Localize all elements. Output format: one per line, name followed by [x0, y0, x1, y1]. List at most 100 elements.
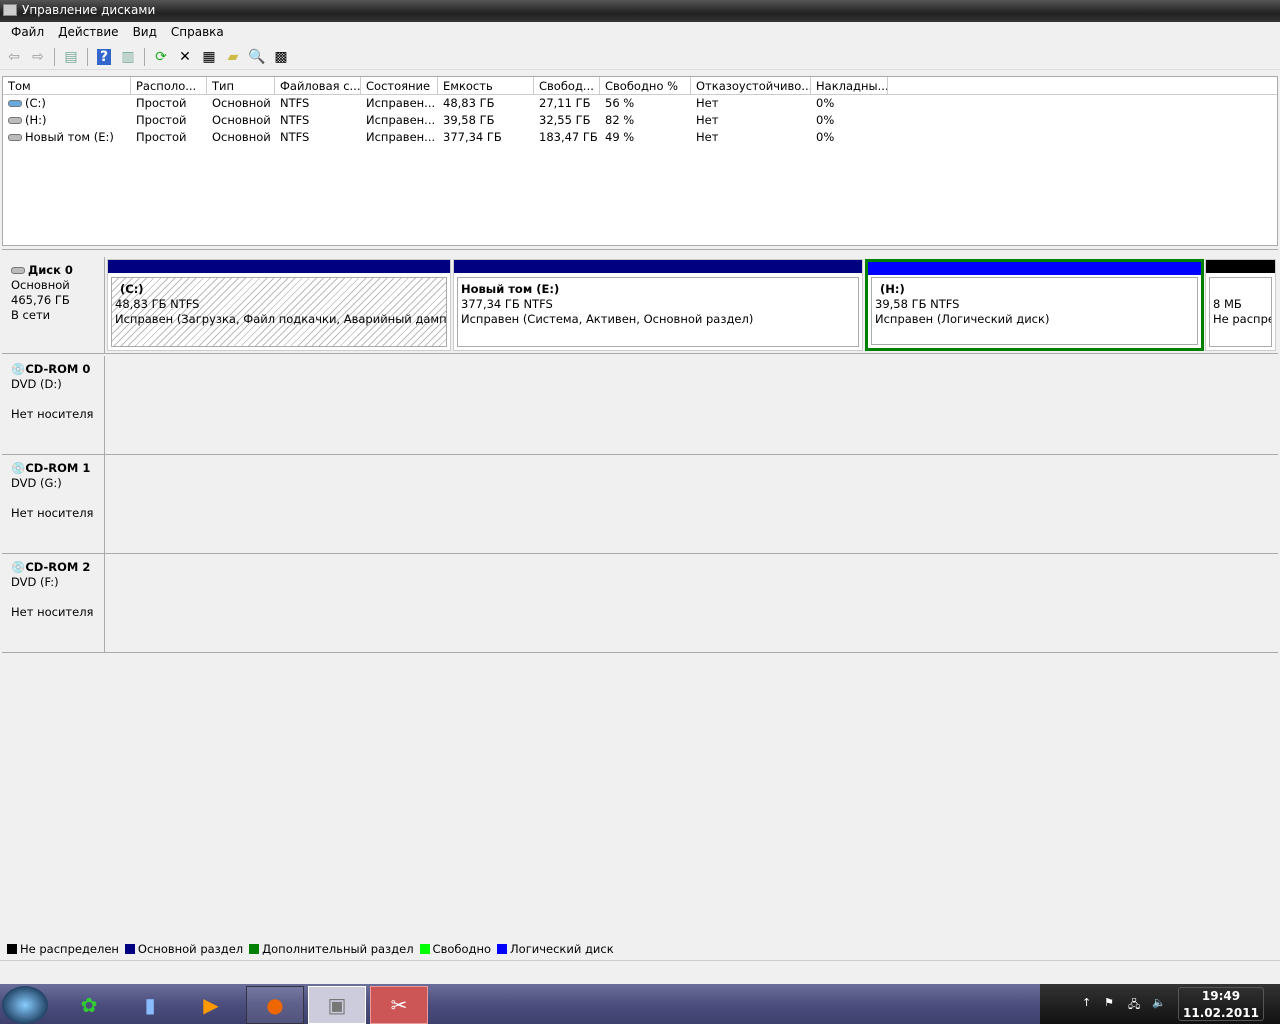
- col-status[interactable]: Состояние: [361, 77, 438, 94]
- table-cell: Основной: [212, 96, 271, 110]
- col-free[interactable]: Свобод...: [534, 77, 600, 94]
- status-bar: [0, 960, 1280, 984]
- partition-unallocated[interactable]: 8 МБ Не распре: [1205, 259, 1276, 351]
- menu-help[interactable]: Справка: [164, 25, 231, 44]
- explorer-icon[interactable]: ▮: [121, 986, 179, 1024]
- cdrom-1-label[interactable]: 💿CD-ROM 1 DVD (G:) Нет носителя: [2, 455, 105, 554]
- action-pane-icon[interactable]: ▥: [118, 47, 138, 67]
- col-free-percent[interactable]: Свободно %: [600, 77, 691, 94]
- table-row[interactable]: (C:) Простой Основной NTFS Исправен... 48,83 …: [3, 95, 1277, 112]
- cdrom-icon: 💿: [11, 560, 26, 574]
- back-icon[interactable]: ⇦: [4, 47, 24, 67]
- volume-icon: [8, 117, 22, 124]
- cdrom-icon: 💿: [11, 461, 26, 475]
- disk-management-task-icon[interactable]: ▣: [308, 986, 366, 1024]
- table-cell: 377,34 ГБ: [443, 130, 502, 144]
- firefox-icon[interactable]: ●: [246, 986, 304, 1024]
- table-cell: Основной: [212, 113, 271, 127]
- legend-logical: Логический диск: [497, 942, 614, 956]
- table-cell: Простой: [136, 113, 187, 127]
- table-cell: Простой: [136, 130, 187, 144]
- cdrom-2-area: [105, 554, 1278, 653]
- table-cell: Нет: [696, 130, 719, 144]
- legend-primary: Основной раздел: [124, 942, 243, 956]
- partition-c[interactable]: (C:) 48,83 ГБ NTFS Исправен (Загрузка, Фай…: [107, 259, 451, 351]
- menu-bar: Файл Действие Вид Справка: [0, 22, 1280, 44]
- col-type[interactable]: Тип: [207, 77, 275, 94]
- volume-icon: [8, 100, 22, 107]
- disk-graph-view: Диск 0 Основной 465,76 ГБ В сети (C:) 48,…: [2, 249, 1278, 939]
- table-cell: 39,58 ГБ: [443, 113, 495, 127]
- table-cell: 32,55 ГБ: [539, 113, 591, 127]
- media-player-icon[interactable]: ▶: [182, 986, 240, 1024]
- col-overhead[interactable]: Накладны...: [811, 77, 888, 94]
- network-icon[interactable]: 🖧: [1128, 996, 1140, 1015]
- open-icon[interactable]: ▰: [223, 47, 243, 67]
- disk-management-icon: [3, 4, 17, 16]
- delete-icon[interactable]: ✕: [175, 47, 195, 67]
- table-cell: (H:): [3, 112, 131, 129]
- help-icon[interactable]: ?: [94, 47, 114, 67]
- col-volume[interactable]: Том: [3, 77, 131, 94]
- table-cell: Исправен...: [366, 113, 436, 127]
- table-cell: 48,83 ГБ: [443, 96, 495, 110]
- volume-list: Том Располо... Тип Файловая с... Состоян…: [2, 76, 1278, 246]
- table-cell: 49 %: [605, 130, 635, 144]
- table-cell: NTFS: [280, 96, 310, 110]
- disk-icon: [11, 267, 25, 274]
- search-icon[interactable]: 🔍: [247, 47, 267, 67]
- menu-file[interactable]: Файл: [4, 25, 51, 44]
- cdrom-2-label[interactable]: 💿CD-ROM 2 DVD (F:) Нет носителя: [2, 554, 105, 653]
- window-title: Управление дисками: [22, 3, 156, 17]
- table-cell: 56 %: [605, 96, 635, 110]
- table-cell: Нет: [696, 113, 719, 127]
- action-center-flag-icon[interactable]: ⚑: [1104, 996, 1114, 1009]
- table-cell: 0%: [816, 130, 835, 144]
- table-cell: Нет: [696, 96, 719, 110]
- col-capacity[interactable]: Емкость: [438, 77, 534, 94]
- col-filesystem[interactable]: Файловая с...: [275, 77, 361, 94]
- properties-icon[interactable]: ▦: [199, 47, 219, 67]
- table-row[interactable]: Новый том (E:) Простой Основной NTFS Исправе…: [3, 129, 1277, 146]
- table-cell: 0%: [816, 96, 835, 110]
- toolbar: ⇦ ⇨ ▤ ? ▥ ⟳ ✕ ▦ ▰ 🔍 ▩: [0, 44, 1280, 70]
- disk-0-partitions: (C:) 48,83 ГБ NTFS Исправен (Загрузка, Фай…: [105, 257, 1278, 354]
- volume-icon[interactable]: 🔈: [1152, 996, 1166, 1009]
- table-cell: Исправен...: [366, 96, 436, 110]
- cdrom-icon: 💿: [11, 362, 26, 376]
- table-cell: Исправен...: [366, 130, 436, 144]
- col-fault-tolerance[interactable]: Отказоустойчиво...: [691, 77, 811, 94]
- legend-free: Свободно: [419, 942, 491, 956]
- volume-icon: [8, 134, 22, 141]
- partition-e[interactable]: Новый том (E:) 377,34 ГБ NTFS Исправен (Си…: [453, 259, 863, 351]
- table-cell: 27,11 ГБ: [539, 96, 591, 110]
- table-cell: Простой: [136, 96, 187, 110]
- cdrom-0-label[interactable]: 💿CD-ROM 0 DVD (D:) Нет носителя: [2, 356, 105, 455]
- table-cell: NTFS: [280, 113, 310, 127]
- table-cell: Основной: [212, 130, 271, 144]
- table-cell: 0%: [816, 113, 835, 127]
- system-tray: ↑ ⚑ 🖧 🔈 19:49 11.02.2011: [1040, 984, 1280, 1024]
- refresh-icon[interactable]: ⟳: [151, 47, 171, 67]
- icq-icon[interactable]: ✿: [60, 986, 118, 1024]
- snipping-tool-icon[interactable]: ✂: [370, 986, 428, 1024]
- legend-extended: Дополнительный раздел: [249, 942, 414, 956]
- col-layout[interactable]: Располо...: [131, 77, 207, 94]
- start-button[interactable]: [2, 986, 48, 1024]
- console-tree-icon[interactable]: ▤: [61, 47, 81, 67]
- table-cell: 82 %: [605, 113, 635, 127]
- table-cell: NTFS: [280, 130, 310, 144]
- menu-view[interactable]: Вид: [126, 25, 164, 44]
- clock[interactable]: 19:49 11.02.2011: [1178, 987, 1264, 1021]
- partition-h-selected[interactable]: (H:) 39,58 ГБ NTFS Исправен (Логический ди…: [865, 259, 1204, 351]
- show-hidden-icons-icon[interactable]: ↑: [1082, 996, 1091, 1009]
- disk-0-label[interactable]: Диск 0 Основной 465,76 ГБ В сети: [2, 257, 105, 354]
- menu-action[interactable]: Действие: [51, 25, 125, 44]
- title-bar: Управление дисками: [0, 0, 1280, 22]
- legend-unallocated: Не распределен: [7, 942, 119, 956]
- settings-icon[interactable]: ▩: [271, 47, 291, 67]
- table-row[interactable]: (H:) Простой Основной NTFS Исправен... 39,58 …: [3, 112, 1277, 129]
- forward-icon[interactable]: ⇨: [28, 47, 48, 67]
- cdrom-1-area: [105, 455, 1278, 554]
- cdrom-0-area: [105, 356, 1278, 455]
